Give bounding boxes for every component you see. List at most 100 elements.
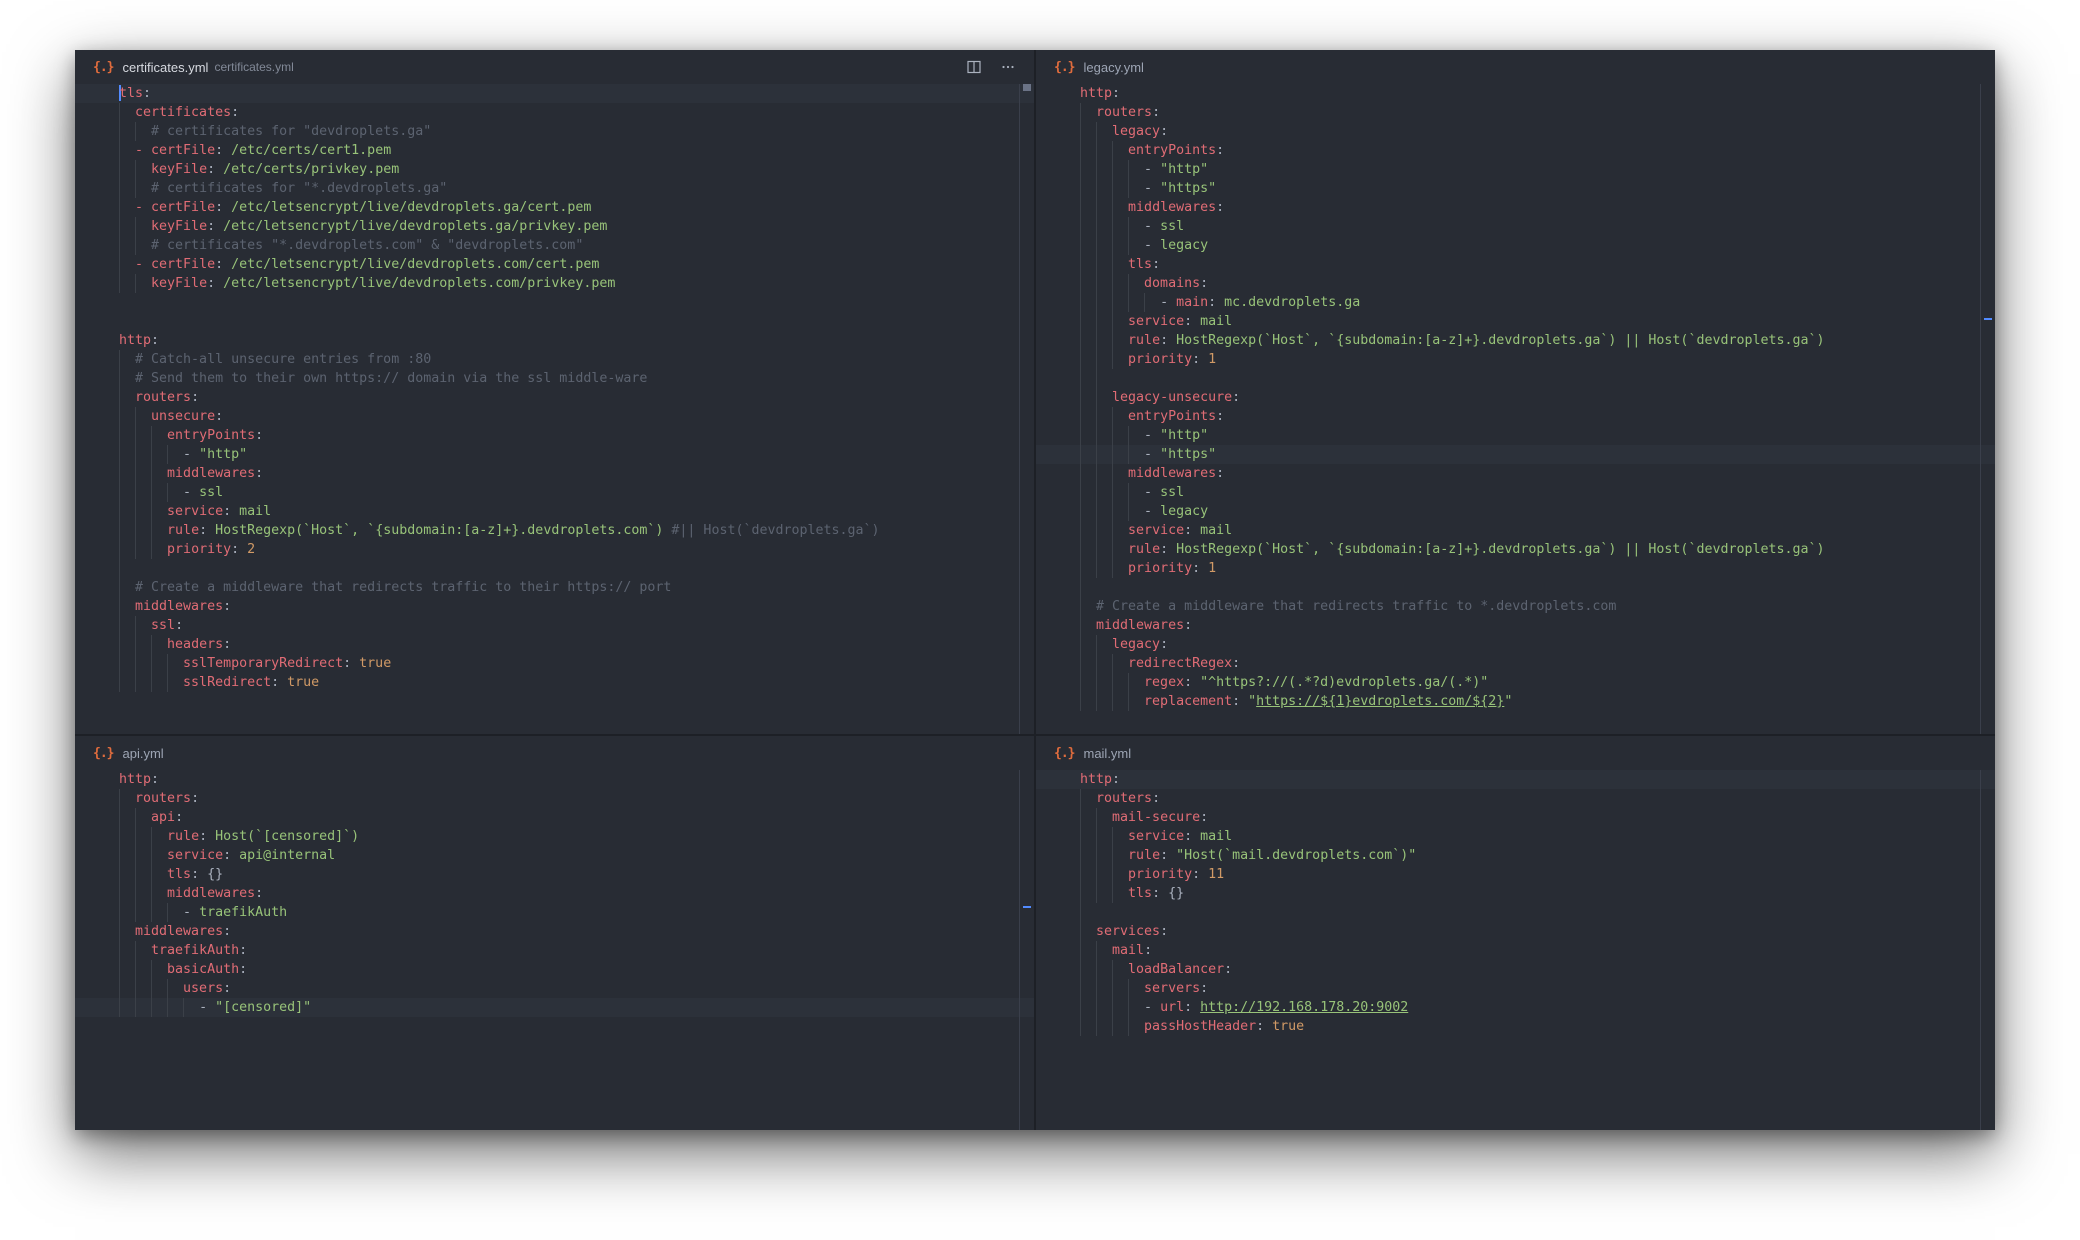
code-line: tls: [75, 84, 1034, 103]
indent-guide [119, 979, 120, 998]
code-token: : [1200, 810, 1209, 825]
code-token: service [167, 504, 224, 519]
code-line: headers: [75, 635, 1034, 654]
code-token: : [199, 829, 216, 844]
code-line: service: mail [75, 502, 1034, 521]
indent-guide [119, 388, 120, 407]
code-token: priority [1128, 352, 1193, 367]
code-line: priority: 1 [1036, 350, 1995, 369]
code-token: : [199, 523, 216, 538]
indent-guide [1112, 407, 1114, 426]
indent-guide [135, 160, 137, 179]
code-token: : [143, 86, 152, 101]
indent-guide [1080, 521, 1081, 540]
tab-certificates[interactable]: {.} certificates.yml certificates.yml [75, 50, 294, 84]
code-token: : [215, 409, 224, 424]
code-token: - [1144, 162, 1161, 177]
code-token: http [119, 333, 152, 348]
code-token: HostRegexp(`Host`, `{subdomain:[a-z]+}.d… [1176, 333, 1825, 348]
scroll-thumb[interactable] [1023, 84, 1031, 91]
code-token: keyFile [151, 219, 208, 234]
indent-guide [1096, 808, 1098, 827]
indent-guide [1096, 692, 1098, 711]
tab-api[interactable]: {.} api.yml [75, 736, 164, 770]
code-token: regex [1144, 675, 1185, 690]
code-editor[interactable]: tls: certificates: # certificates for "d… [75, 84, 1034, 734]
code-line [75, 559, 1034, 578]
code-line: middlewares: [75, 464, 1034, 483]
indent-guide [1080, 160, 1081, 179]
indent-guide [135, 846, 137, 865]
code-editor[interactable]: http: routers: legacy: entryPoints: - "h… [1036, 84, 1995, 734]
indent-guide [1112, 350, 1114, 369]
indent-guide [1096, 1017, 1098, 1036]
code-line: service: mail [1036, 521, 1995, 540]
indent-guide [119, 941, 120, 960]
code-line: users: [75, 979, 1034, 998]
scrollbar[interactable] [1980, 770, 1995, 1130]
indent-guide [119, 445, 120, 464]
scrollbar[interactable] [1019, 84, 1034, 734]
indent-guide [1080, 179, 1081, 198]
code-token: - [1144, 504, 1161, 519]
more-actions-icon[interactable] [1000, 59, 1016, 75]
code-token: certificates [135, 105, 232, 120]
indent-guide [1080, 578, 1081, 597]
split-editor-icon[interactable] [966, 59, 982, 75]
indent-guide [135, 217, 137, 236]
indent-guide [1080, 597, 1081, 616]
code-token: mail [1200, 829, 1233, 844]
code-token[interactable]: http://192.168.178.20:9002 [1200, 1000, 1408, 1015]
indent-guide [1112, 255, 1114, 274]
code-token: : [191, 390, 200, 405]
code-token: : [1216, 143, 1225, 158]
vertical-split-divider[interactable] [1034, 50, 1036, 1130]
code-token: : [223, 981, 232, 996]
indent-guide [119, 789, 120, 808]
indent-guide [1080, 540, 1081, 559]
code-line: certificates: [75, 103, 1034, 122]
code-editor[interactable]: http: routers: api: rule: Host(`[censore… [75, 770, 1034, 1130]
code-token: : [1232, 390, 1241, 405]
indent-guide [119, 673, 120, 692]
code-token: : [1152, 791, 1161, 806]
indent-guide [1080, 884, 1081, 903]
indent-guide [1080, 502, 1081, 521]
code-token: legacy-unsecure [1112, 390, 1233, 405]
indent-guide [151, 654, 153, 673]
scrollbar[interactable] [1019, 770, 1034, 1130]
code-token: : [231, 542, 248, 557]
indent-guide [183, 998, 185, 1017]
indent-guide [119, 922, 120, 941]
tab-legacy[interactable]: {.} legacy.yml [1036, 50, 1144, 84]
code-token: - [183, 447, 200, 462]
code-token: middlewares [167, 886, 256, 901]
scrollbar[interactable] [1980, 84, 1995, 734]
indent-guide [119, 597, 120, 616]
code-token: priority [167, 542, 232, 557]
code-token: tls [1128, 257, 1153, 272]
indent-guide [167, 903, 169, 922]
code-editor[interactable]: http: routers: mail-secure: service: mai… [1036, 770, 1995, 1130]
indent-guide [135, 903, 137, 922]
code-token: legacy [1160, 238, 1209, 253]
code-token: api@internal [239, 848, 336, 863]
code-token: routers [1096, 105, 1153, 120]
code-token: : [223, 637, 232, 652]
indent-guide [1112, 217, 1114, 236]
code-token: : [223, 924, 232, 939]
code-token: service [1128, 314, 1185, 329]
tab-mail[interactable]: {.} mail.yml [1036, 736, 1131, 770]
indent-guide [1096, 445, 1098, 464]
code-line: - "http" [1036, 160, 1995, 179]
code-line: - url: http://192.168.178.20:9002 [1036, 998, 1995, 1017]
code-token[interactable]: https://${1}evdroplets.com/${2} [1256, 694, 1504, 709]
horizontal-split-divider[interactable] [75, 734, 1995, 736]
